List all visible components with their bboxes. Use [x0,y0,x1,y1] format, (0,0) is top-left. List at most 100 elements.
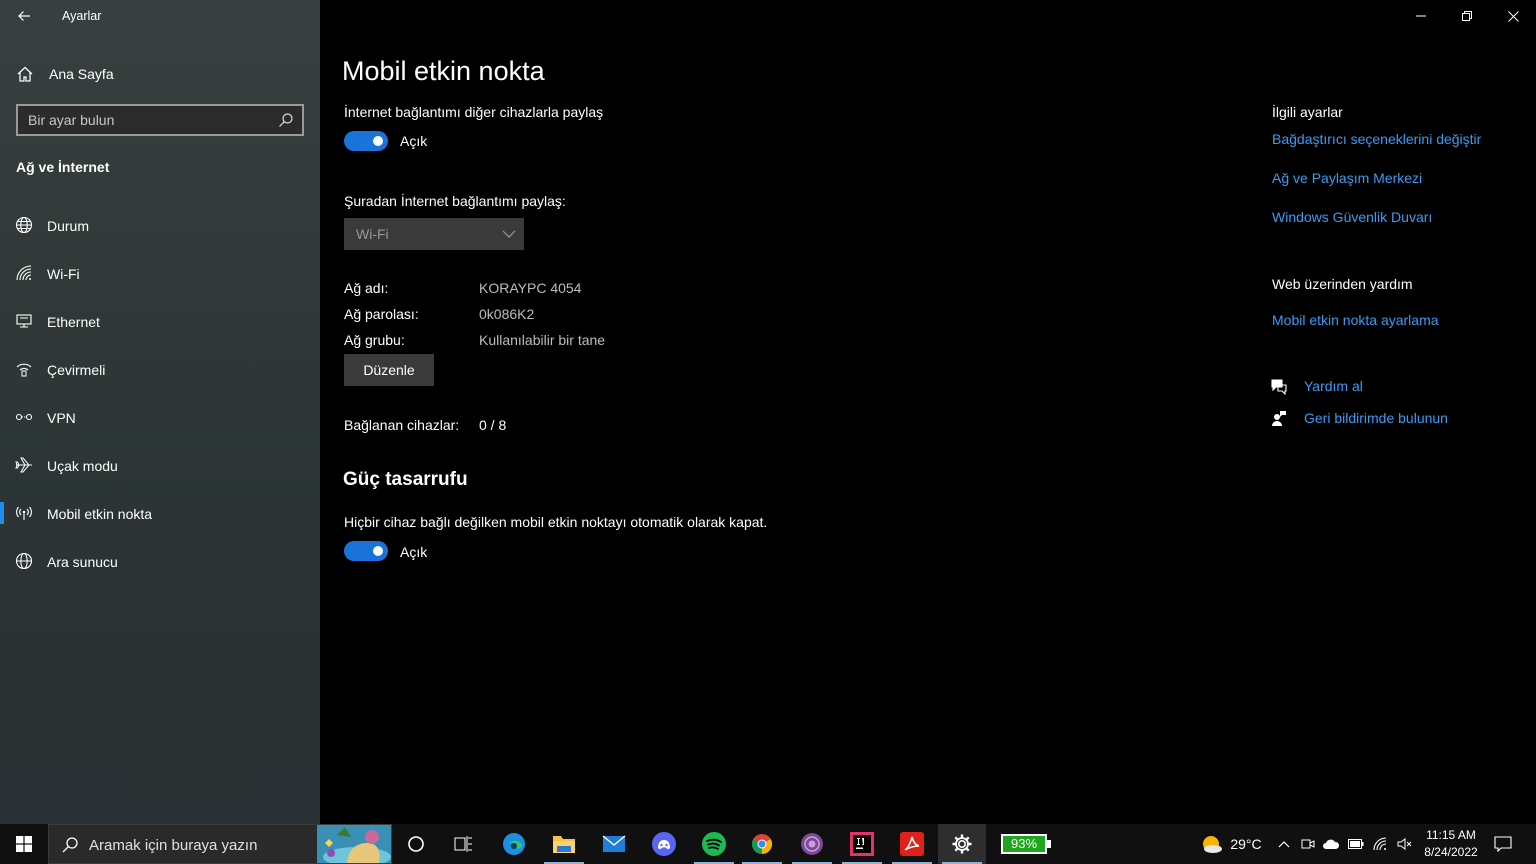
edit-button[interactable]: Düzenle [344,354,434,386]
sidebar-item-status[interactable]: Durum [0,203,320,247]
network-password-value: 0k086K2 [479,306,535,322]
clock-time: 11:15 AM [1426,828,1476,842]
sidebar: Ayarlar Ana Sayfa Ağ ve İnternet Durum W… [0,0,320,824]
settings-app-button[interactable] [938,824,986,864]
battery-percentage: 93% [1010,836,1038,851]
tray-overflow-button[interactable] [1274,824,1294,864]
sidebar-item-label: Mobil etkin nokta [47,506,153,522]
related-settings-heading: İlgili ayarlar [1272,104,1343,120]
close-icon [1507,10,1519,22]
edge-app-button[interactable] [490,824,538,864]
chevron-down-icon [502,230,516,238]
sidebar-item-label: Ara sunucu [47,554,118,570]
tray-volume-button[interactable] [1394,824,1416,864]
chrome-icon [751,834,773,855]
windows-logo-icon [16,836,32,852]
share-from-label: Şuradan İnternet bağlantımı paylaş: [344,193,566,209]
connected-devices-label: Bağlanan cihazlar: [344,417,460,433]
weather-sunny-cloudy-icon [1203,836,1223,853]
ethernet-icon [16,314,32,328]
chrome-app-button[interactable] [738,824,786,864]
get-help-link[interactable]: Yardım al [1304,378,1363,394]
sidebar-item-hotspot[interactable]: Mobil etkin nokta [0,491,320,535]
volume-muted-icon [1397,838,1412,850]
main-content: Mobil etkin nokta İnternet bağlantımı di… [320,0,1536,824]
taskbar-search-box[interactable]: Aramak için buraya yazın [48,824,392,864]
file-explorer-button[interactable] [540,824,588,864]
setup-hotspot-link[interactable]: Mobil etkin nokta ayarlama [1272,312,1439,328]
back-button[interactable] [12,4,36,28]
clock[interactable]: 11:15 AM 8/24/2022 [1416,827,1486,861]
share-internet-toggle[interactable] [344,131,388,151]
wifi-icon [16,265,32,281]
task-view-icon [454,836,472,852]
spotify-icon [702,832,726,856]
app-title: Ayarlar [62,9,102,23]
vpn-icon [15,413,33,421]
give-feedback-link[interactable]: Geri bildirimde bulunun [1304,410,1448,426]
share-from-dropdown[interactable]: Wi-Fi [344,218,524,250]
close-button[interactable] [1490,0,1536,32]
sidebar-item-label: Uçak modu [47,458,118,474]
discord-app-button[interactable] [640,824,688,864]
network-sharing-center-link[interactable]: Ağ ve Paylaşım Merkezi [1272,170,1422,186]
search-icon [62,837,78,853]
cortana-button[interactable] [392,824,440,864]
network-password-label: Ağ parolası: [344,306,419,322]
dialup-icon [16,363,32,377]
sidebar-item-label: Ethernet [47,314,100,330]
sidebar-item-vpn[interactable]: VPN [0,395,320,439]
start-button[interactable] [0,824,48,864]
settings-window: Ayarlar Ana Sayfa Ağ ve İnternet Durum W… [0,0,1536,824]
pdf-icon [900,832,924,856]
search-icon[interactable] [278,112,294,128]
temperature: 29°C [1230,836,1262,852]
share-toggle-state: Açık [400,133,428,149]
restore-button[interactable] [1444,0,1490,32]
adapter-options-link[interactable]: Bağdaştırıcı seçeneklerini değiştir [1272,131,1481,147]
sidebar-item-home[interactable]: Ana Sayfa [0,58,320,90]
minimize-button[interactable] [1398,0,1444,32]
wifi-tray-icon [1373,837,1387,851]
hotspot-icon [16,506,32,520]
battery-tray-icon [1348,839,1364,849]
discord-icon [652,832,676,856]
intellij-app-button[interactable] [838,824,886,864]
share-from-value: Wi-Fi [356,226,389,242]
web-help-heading: Web üzerinden yardım [1272,276,1413,292]
sidebar-item-wifi[interactable]: Wi-Fi [0,251,320,295]
settings-search-input[interactable] [28,111,278,129]
intellij-icon [850,832,874,856]
clock-date: 8/24/2022 [1424,845,1478,859]
action-center-button[interactable] [1490,824,1516,864]
tray-battery-button[interactable] [1345,824,1367,864]
edge-icon [503,833,525,855]
search-highlight-illustration [317,825,391,863]
sidebar-item-ethernet[interactable]: Ethernet [0,299,320,343]
task-view-button[interactable] [440,824,488,864]
tray-network-button[interactable] [1370,824,1392,864]
home-icon [17,66,33,82]
sidebar-item-proxy[interactable]: Ara sunucu [0,539,320,583]
sidebar-item-dialup[interactable]: Çevirmeli [0,347,320,391]
feedback-icon [1272,411,1286,426]
network-band-label: Ağ grubu: [344,332,405,348]
tray-onedrive-button[interactable] [1320,824,1342,864]
power-saving-toggle[interactable] [344,541,388,561]
tor-browser-button[interactable] [788,824,836,864]
tray-meet-now-button[interactable] [1298,824,1318,864]
settings-search-box[interactable] [16,104,304,136]
sidebar-item-label: Ana Sayfa [49,66,114,82]
sidebar-item-airplane[interactable]: Uçak modu [0,443,320,487]
network-name-label: Ağ adı: [344,280,389,296]
spotify-app-button[interactable] [690,824,738,864]
get-help-icon [1271,379,1287,395]
windows-firewall-link[interactable]: Windows Güvenlik Duvarı [1272,209,1432,225]
battery-indicator[interactable]: 93% [1000,833,1052,855]
acrobat-app-button[interactable] [888,824,936,864]
network-band-value: Kullanılabilir bir tane [479,332,606,348]
cortana-icon [408,836,424,852]
mail-app-button[interactable] [590,824,638,864]
weather-widget[interactable]: 29°C [1196,824,1266,864]
minimize-icon [1416,15,1426,17]
